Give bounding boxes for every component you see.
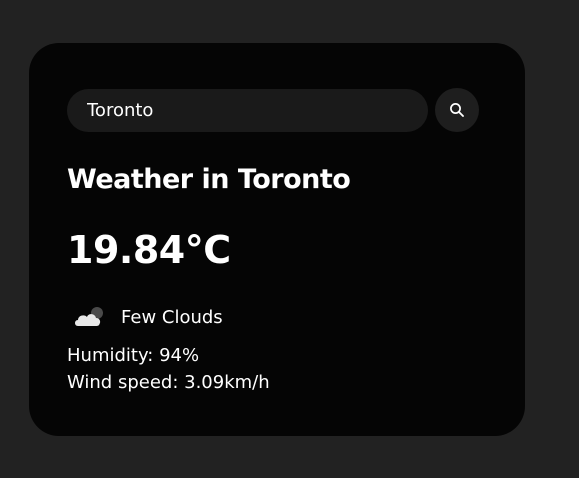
weather-description-row: Few Clouds <box>73 305 223 329</box>
few-clouds-icon <box>75 307 103 326</box>
wind-speed-text: Wind speed: 3.09km/h <box>67 372 270 393</box>
weather-card: Weather in Toronto 19.84°C Few Clouds Hu… <box>29 43 525 436</box>
weather-title: Weather in Toronto <box>67 164 351 195</box>
search-input[interactable] <box>67 88 428 132</box>
search-button[interactable] <box>435 88 479 132</box>
weather-description: Few Clouds <box>121 306 223 328</box>
search-bar <box>67 88 479 132</box>
search-icon <box>450 103 464 117</box>
humidity-text: Humidity: 94% <box>67 345 200 366</box>
temperature-value: 19.84°C <box>67 228 231 272</box>
